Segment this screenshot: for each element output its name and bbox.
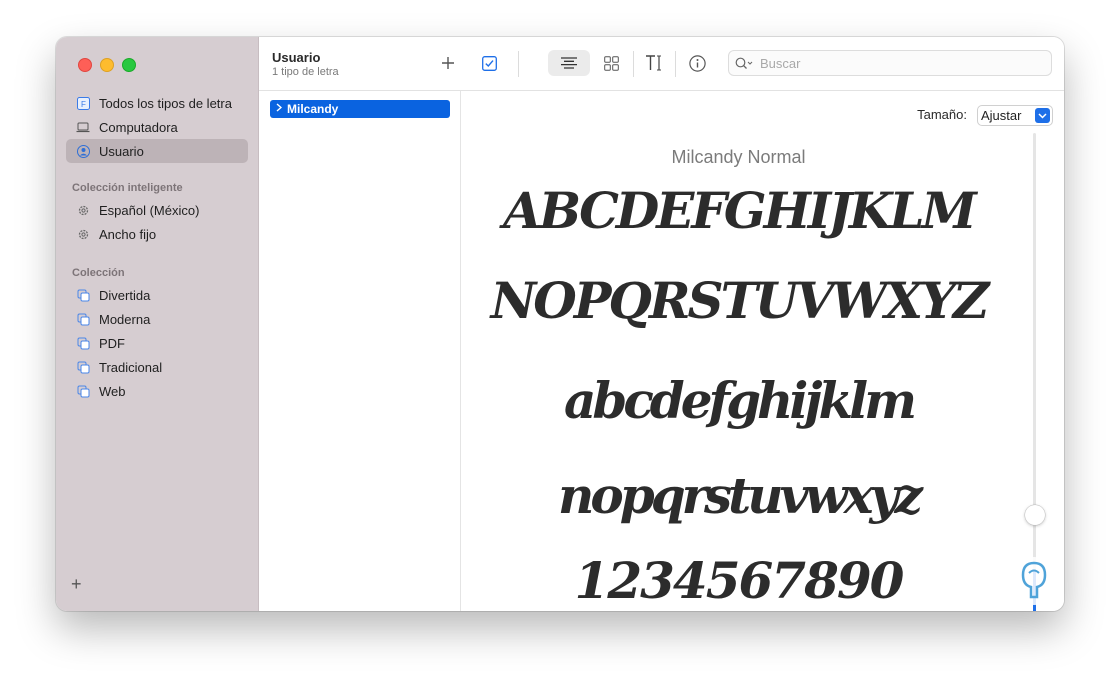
enable-font-button[interactable] (475, 50, 503, 76)
sidebar-item-computer[interactable]: Computadora (66, 115, 248, 139)
plus-icon (442, 57, 454, 69)
search-field[interactable] (728, 50, 1052, 76)
library-list: F Todos los tipos de letra Computadora U… (66, 91, 248, 163)
collection-icon (76, 360, 90, 374)
sidebar-item-label: Ancho fijo (99, 226, 157, 242)
grid-view-button[interactable] (597, 50, 625, 76)
font-list: Milcandy (259, 91, 461, 611)
grid-icon (603, 55, 619, 71)
sidebar-item-ancho-fijo[interactable]: Ancho fijo (66, 222, 248, 246)
sidebar-item-divertida[interactable]: Divertida (66, 283, 248, 307)
font-list-item[interactable]: Milcandy (270, 100, 450, 118)
chevron-right-icon[interactable] (276, 103, 283, 115)
add-collection-button[interactable]: + (71, 574, 82, 595)
sample-uppercase-2: NOPQRSTUVWXYZ (490, 271, 990, 330)
chevron-down-icon (1035, 108, 1050, 123)
sidebar: F Todos los tipos de letra Computadora U… (56, 37, 259, 611)
toolbar-subtitle: 1 tipo de letra (272, 66, 339, 78)
sample-digits: 1234567890 (574, 551, 905, 610)
toolbar-separator (675, 51, 676, 77)
sidebar-item-all-fonts[interactable]: F Todos los tipos de letra (66, 91, 248, 115)
collection-icon (76, 312, 90, 326)
user-icon (76, 144, 90, 158)
size-label: Tamaño: (917, 107, 967, 122)
smart-collection-header: Colección inteligente (72, 182, 183, 194)
sidebar-item-label: Español (México) (99, 202, 200, 218)
sidebar-item-espanol-mexico[interactable]: Español (México) (66, 198, 248, 222)
gear-icon (76, 227, 90, 241)
info-icon (688, 54, 706, 72)
sample-lowercase-2: nopqrstuvwxyz (558, 466, 923, 525)
toolbar-title: Usuario (272, 50, 321, 65)
sample-view-button[interactable] (548, 50, 590, 76)
toolbar-separator (518, 51, 519, 77)
sample-lowercase-1: abcdefghijklm (563, 371, 917, 430)
toolbar: Usuario 1 tipo de letra (259, 37, 1064, 91)
sidebar-item-label: Tradicional (99, 359, 163, 375)
zoom-window-button[interactable] (122, 58, 136, 72)
collection-icon (76, 288, 90, 302)
sidebar-item-tradicional[interactable]: Tradicional (66, 355, 248, 379)
size-select-value: Ajustar (981, 108, 1022, 123)
search-input[interactable] (758, 54, 1042, 72)
custom-text-button[interactable] (640, 50, 668, 76)
align-center-icon (561, 57, 577, 69)
font-book-window: F Todos los tipos de letra Computadora U… (56, 37, 1064, 611)
svg-text:F: F (81, 100, 86, 109)
sidebar-item-label: Todos los tipos de letra (99, 95, 232, 111)
sidebar-item-user[interactable]: Usuario (66, 139, 248, 163)
toolbar-separator (633, 51, 634, 77)
font-book-icon: F (76, 96, 90, 110)
close-window-button[interactable] (78, 58, 92, 72)
preview-pane: Tamaño: Ajustar Milcandy Normal ABCDEFGH… (461, 91, 1064, 611)
laptop-icon (76, 120, 90, 134)
size-slider-knob[interactable] (1025, 505, 1045, 525)
checkbox-icon (481, 55, 497, 71)
smart-collections: Colección inteligente Español (México) A… (66, 178, 248, 246)
sidebar-item-label: PDF (99, 335, 125, 351)
collection-header: Colección (72, 267, 125, 279)
watermark-logo (1010, 557, 1058, 605)
sidebar-item-pdf[interactable]: PDF (66, 331, 248, 355)
collections: Colección Divertida Moderna PDF Tradicio… (66, 263, 248, 403)
search-icon (735, 57, 753, 69)
preview-font-name: Milcandy Normal (671, 147, 806, 167)
collection-icon (76, 336, 90, 350)
minimize-window-button[interactable] (100, 58, 114, 72)
sidebar-item-label: Moderna (99, 311, 151, 327)
sample-uppercase-1: ABCDEFGHIJKLM (503, 181, 977, 240)
text-cursor-icon (646, 55, 661, 71)
gear-icon (76, 203, 90, 217)
sidebar-item-label: Web (99, 383, 126, 399)
collection-icon (76, 384, 90, 398)
font-family-name: Milcandy (287, 102, 339, 116)
sidebar-item-label: Divertida (99, 287, 151, 303)
size-select[interactable]: Ajustar (977, 105, 1053, 126)
sidebar-item-moderna[interactable]: Moderna (66, 307, 248, 331)
sidebar-item-label: Usuario (99, 143, 144, 159)
sidebar-item-web[interactable]: Web (66, 379, 248, 403)
window-controls (78, 58, 136, 72)
sidebar-item-label: Computadora (99, 119, 178, 135)
info-button[interactable] (683, 50, 711, 76)
add-font-button[interactable] (434, 50, 462, 76)
